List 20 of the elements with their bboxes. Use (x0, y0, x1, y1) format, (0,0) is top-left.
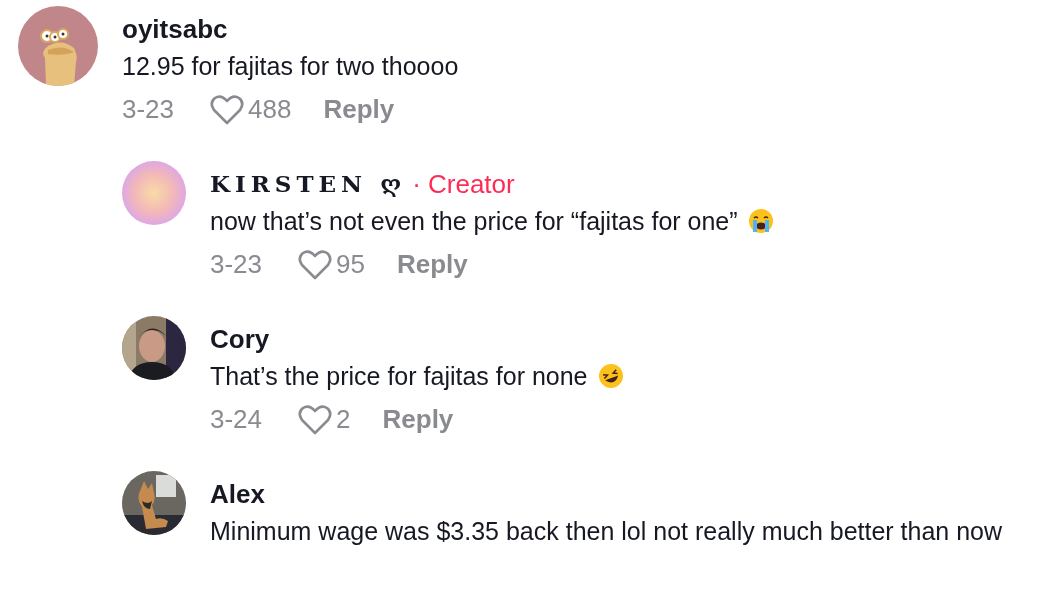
comment-text: Minimum wage was $3.35 back then lol not really much better than now (210, 516, 1003, 547)
heart-icon[interactable] (298, 404, 333, 435)
like-count: 2 (336, 404, 351, 435)
comment-date: 3-23 (122, 94, 175, 125)
comment-date: 3-24 (210, 404, 263, 435)
laughing-face-icon (597, 363, 624, 389)
comment-date: 3-23 (210, 249, 263, 280)
author-name[interactable]: KIRSTEN ღ (210, 167, 407, 201)
comment-text: now that’s not even the price for “fajitas for one” (210, 206, 738, 237)
comment-text: 12.95 for fajitas for two thoooo (122, 51, 459, 82)
like-count: 488 (248, 94, 292, 125)
creator-label: · Creator (412, 168, 515, 200)
author-name[interactable]: oyitsabc (122, 12, 228, 46)
comment-text: That’s the price for fajitas for none (210, 361, 588, 392)
crying-face-icon (747, 208, 774, 234)
author-name[interactable]: Cory (210, 322, 270, 356)
author-name[interactable]: Alex (210, 477, 265, 511)
heart-icon[interactable] (298, 249, 333, 280)
heart-icon[interactable] (210, 94, 245, 125)
like-count: 95 (336, 249, 365, 280)
